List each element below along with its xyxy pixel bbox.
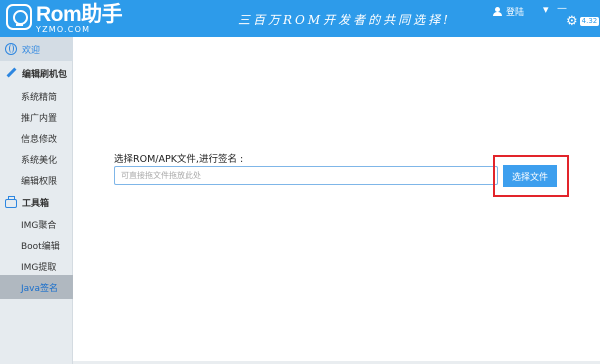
- main-panel: 选择ROM/APK文件,进行签名 : 选择文件: [73, 37, 600, 364]
- file-path-input[interactable]: [114, 166, 498, 185]
- minimize-button[interactable]: —: [557, 4, 567, 14]
- login-button[interactable]: 登陆: [493, 5, 524, 18]
- login-label: 登陆: [506, 8, 525, 18]
- sidebar: 欢迎 编辑刷机包 系统精简 推广内置 信息修改 系统美化 编辑权限 工具箱 IM…: [0, 37, 73, 364]
- sidebar-section-label: 工具箱: [22, 198, 50, 209]
- logo-domain: YZMO.COM: [36, 25, 91, 34]
- sidebar-item-label: 欢迎: [22, 45, 41, 56]
- sidebar-section-label: 编辑刷机包: [22, 69, 68, 80]
- sidebar-section-toolbox[interactable]: 工具箱: [0, 190, 73, 214]
- sign-prompt-label: 选择ROM/APK文件,进行签名 :: [114, 154, 244, 165]
- sidebar-item-java-sign[interactable]: Java签名: [0, 275, 73, 299]
- globe-icon: [5, 43, 17, 55]
- choose-file-button[interactable]: 选择文件: [503, 165, 557, 187]
- logo-icon: [6, 4, 32, 30]
- pen-icon: [5, 67, 17, 79]
- user-icon: [493, 7, 502, 16]
- sidebar-item-edit-permissions[interactable]: 编辑权限: [0, 168, 73, 192]
- sidebar-section-edit-package[interactable]: 编辑刷机包: [0, 61, 73, 85]
- menu-dropdown-icon[interactable]: ▾: [543, 4, 549, 15]
- gear-icon: ⚙: [566, 14, 578, 29]
- version-badge: 4.32: [579, 17, 600, 26]
- sidebar-item-welcome[interactable]: 欢迎: [0, 37, 73, 61]
- logo-title: Rom助手: [36, 3, 123, 26]
- app-logo: Rom助手 YZMO.COM: [6, 3, 123, 34]
- toolbox-icon: [5, 195, 17, 208]
- slogan: 三百万ROM开发者的共同选择!: [238, 13, 451, 27]
- version-widget[interactable]: ⚙ 4.32: [566, 14, 600, 29]
- title-bar: Rom助手 YZMO.COM 三百万ROM开发者的共同选择! 登陆 ▾ — ⚙ …: [0, 0, 600, 37]
